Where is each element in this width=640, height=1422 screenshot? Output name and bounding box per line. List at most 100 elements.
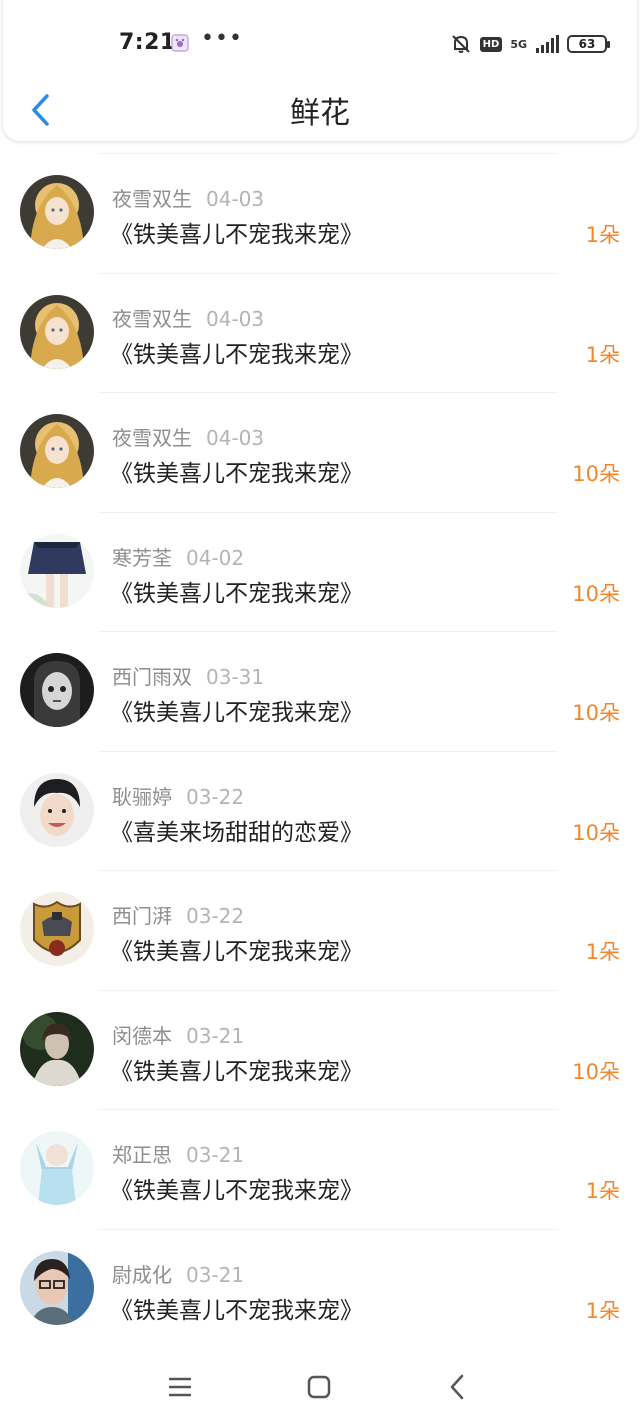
emblem-avatar[interactable] — [20, 892, 94, 966]
battery-level: 63 — [578, 37, 596, 51]
book-title[interactable]: 《铁美喜儿不宠我来宠》 — [110, 335, 363, 369]
book-title[interactable]: 《铁美喜儿不宠我来宠》 — [110, 693, 363, 727]
book-title[interactable]: 《铁美喜儿不宠我来宠》 — [110, 1171, 363, 1205]
item-meta: 夜雪双生 04-03 — [112, 303, 264, 332]
item-meta: 寒芳荃 04-02 — [112, 542, 244, 571]
list-item[interactable]: 夜雪双生 04-03 《铁美喜儿不宠我来宠》 10朵 — [0, 392, 640, 512]
home-button[interactable] — [302, 1370, 336, 1404]
home-square-icon — [307, 1375, 331, 1399]
item-meta: 尉成化 03-21 — [112, 1259, 244, 1288]
item-meta: 郑正思 03-21 — [112, 1139, 244, 1168]
book-title[interactable]: 《铁美喜儿不宠我来宠》 — [110, 574, 363, 608]
list-item[interactable]: 夜雪双生 04-03 《铁美喜儿不宠我来宠》 1朵 — [0, 272, 640, 393]
hd-badge: HD — [479, 36, 503, 52]
doll-face-avatar[interactable] — [20, 653, 94, 727]
list-item[interactable]: 耿骊婷 03-22 《喜美来场甜甜的恋爱》 10朵 — [0, 750, 640, 871]
flower-count: 1朵 — [585, 223, 620, 247]
gift-date: 04-03 — [206, 426, 265, 450]
user-name[interactable]: 夜雪双生 — [112, 426, 192, 450]
network-type: 5G — [510, 37, 527, 51]
user-name[interactable]: 耿骊婷 — [112, 785, 172, 809]
divider — [98, 989, 558, 991]
book-title[interactable]: 《铁美喜儿不宠我来宠》 — [110, 1052, 363, 1086]
item-meta: 西门湃 03-22 — [112, 900, 244, 929]
list-item[interactable]: 尉成化 03-21 《铁美喜儿不宠我来宠》 1朵 — [0, 1228, 640, 1349]
user-name[interactable]: 尉成化 — [112, 1263, 172, 1287]
list-item[interactable]: 夜雪双生 04-03 《铁美喜儿不宠我来宠》 1朵 — [0, 153, 640, 273]
list-item[interactable]: 西门湃 03-22 《铁美喜儿不宠我来宠》 1朵 — [0, 870, 640, 990]
item-meta: 闵德本 03-21 — [112, 1020, 244, 1049]
anime-girl-avatar[interactable] — [20, 175, 94, 249]
divider — [98, 272, 558, 274]
divider — [98, 153, 558, 154]
flower-count: 10朵 — [572, 1059, 620, 1084]
young-man-avatar[interactable] — [20, 772, 94, 847]
more-notifications-icon: ••• — [201, 26, 243, 51]
header: 7:21 ••• HD 5G 63 鲜花 — [2, 0, 638, 142]
gift-date: 03-21 — [186, 1023, 245, 1048]
divider — [98, 750, 558, 752]
mute-bell-icon — [451, 35, 470, 53]
user-name[interactable]: 闵德本 — [112, 1024, 172, 1048]
page-title: 鲜花 — [290, 96, 350, 131]
battery-indicator: 63 — [567, 35, 610, 53]
user-name[interactable]: 寒芳荃 — [112, 546, 172, 570]
system-back-button[interactable] — [440, 1370, 474, 1404]
flower-count: 1朵 — [585, 940, 620, 964]
gift-date: 03-22 — [186, 784, 245, 809]
list-item[interactable]: 闵德本 03-21 《铁美喜儿不宠我来宠》 10朵 — [0, 989, 640, 1110]
divider — [98, 870, 558, 871]
anime-girl-avatar[interactable] — [20, 294, 94, 369]
list-item[interactable]: 西门雨双 03-31 《铁美喜儿不宠我来宠》 10朵 — [0, 631, 640, 751]
menu-icon — [169, 1377, 191, 1397]
book-title[interactable]: 《铁美喜儿不宠我来宠》 — [110, 1291, 363, 1325]
flower-count: 10朵 — [572, 820, 620, 845]
list-item[interactable]: 郑正思 03-21 《铁美喜儿不宠我来宠》 1朵 — [0, 1109, 640, 1229]
gift-date: 03-31 — [206, 665, 265, 689]
gift-date: 03-21 — [186, 1143, 245, 1167]
list-item[interactable]: 寒芳荃 04-02 《铁美喜儿不宠我来宠》 10朵 — [0, 511, 640, 632]
item-meta: 西门雨双 03-31 — [112, 661, 264, 690]
gift-date: 03-21 — [186, 1262, 245, 1287]
chevron-left-icon — [450, 1374, 464, 1400]
flower-count: 1朵 — [585, 1179, 620, 1203]
anime-girl-avatar[interactable] — [20, 414, 94, 488]
book-title[interactable]: 《铁美喜儿不宠我来宠》 — [110, 932, 363, 966]
skirt-avatar[interactable] — [20, 533, 94, 608]
divider — [98, 631, 558, 632]
book-title[interactable]: 《喜美来场甜甜的恋爱》 — [110, 813, 363, 847]
user-name[interactable]: 西门雨双 — [112, 665, 192, 689]
user-name[interactable]: 郑正思 — [112, 1143, 172, 1167]
item-meta: 夜雪双生 04-03 — [112, 183, 264, 212]
book-title[interactable]: 《铁美喜儿不宠我来宠》 — [110, 215, 363, 249]
flower-count: 1朵 — [585, 342, 620, 367]
glasses-avatar[interactable] — [20, 1250, 94, 1325]
flower-count: 10朵 — [572, 462, 620, 486]
user-name[interactable]: 夜雪双生 — [112, 187, 192, 211]
gift-date: 04-03 — [206, 187, 265, 211]
gift-date: 04-02 — [186, 545, 245, 570]
gift-date: 04-03 — [206, 306, 265, 331]
page: 7:21 ••• HD 5G 63 鲜花 夜雪双生 04-03 《铁美喜儿不宠我… — [0, 0, 640, 1422]
divider — [98, 392, 558, 393]
flower-count: 1朵 — [585, 1298, 620, 1323]
flower-list: 夜雪双生 04-03 《铁美喜儿不宠我来宠》 1朵 夜雪双生 04-03 《铁美喜儿不宠我来… — [0, 153, 640, 1348]
status-time: 7:21 — [119, 30, 176, 55]
nav-bar: 鲜花 — [3, 76, 637, 142]
signal-icon — [536, 35, 559, 53]
status-bar: 7:21 ••• HD 5G 63 — [3, 0, 637, 88]
divider — [98, 511, 558, 513]
book-title[interactable]: 《铁美喜儿不宠我来宠》 — [110, 454, 363, 488]
gift-date: 03-22 — [186, 904, 245, 928]
system-navigation-bar — [0, 1350, 640, 1422]
dark-portrait-avatar[interactable] — [20, 1011, 94, 1086]
flower-count: 10朵 — [572, 581, 620, 606]
light-blue-avatar[interactable] — [20, 1131, 94, 1205]
app-notification-icon — [171, 34, 189, 52]
user-name[interactable]: 夜雪双生 — [112, 307, 192, 331]
user-name[interactable]: 西门湃 — [112, 904, 172, 928]
status-icons: HD 5G 63 — [450, 30, 610, 58]
item-meta: 耿骊婷 03-22 — [112, 781, 244, 810]
item-meta: 夜雪双生 04-03 — [112, 422, 264, 451]
menu-button[interactable] — [163, 1370, 197, 1404]
